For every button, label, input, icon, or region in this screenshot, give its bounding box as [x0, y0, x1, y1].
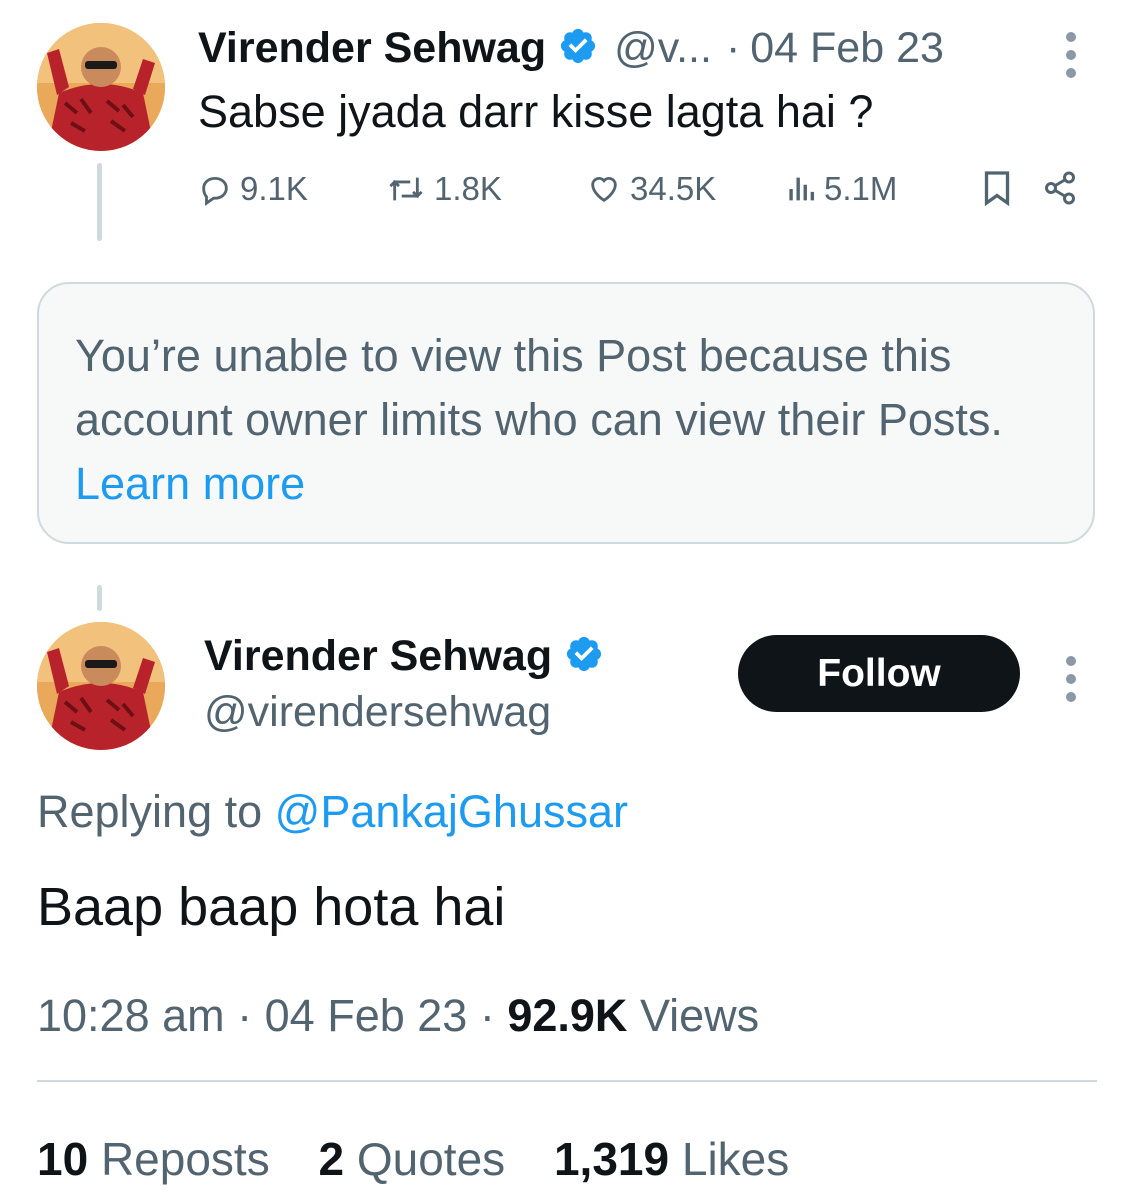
- author-handle[interactable]: @virendersehwag: [204, 688, 551, 737]
- verified-badge-icon: [558, 26, 598, 71]
- restricted-post-notice: You’re unable to view this Post because …: [37, 282, 1095, 544]
- views-count: 5.1M: [824, 170, 898, 207]
- reposts-stat[interactable]: 10 Reposts: [37, 1133, 270, 1185]
- separator: ·: [479, 990, 495, 1041]
- like-count: 34.5K: [630, 170, 717, 207]
- likes-count: 1,319: [553, 1133, 670, 1185]
- reply-action[interactable]: 9.1K: [198, 170, 308, 208]
- engagement-stats: 10 Reposts 2 Quotes 1,319 Likes: [37, 1132, 789, 1186]
- views-count: 92.9K: [507, 990, 628, 1041]
- reply-icon: [198, 172, 232, 206]
- more-options-icon[interactable]: [1066, 32, 1076, 78]
- separator: ·: [237, 990, 253, 1041]
- quotes-stat[interactable]: 2 Quotes: [318, 1133, 505, 1185]
- likes-label: Likes: [681, 1133, 790, 1185]
- post-header: Virender Sehwag @v... · 04 Feb 23: [198, 20, 944, 76]
- reply-count: 9.1K: [240, 170, 308, 207]
- divider: [37, 1080, 1097, 1082]
- follow-button[interactable]: Follow: [738, 635, 1020, 712]
- replying-to-link[interactable]: @PankajGhussar: [275, 786, 628, 837]
- reposts-count: 10: [37, 1133, 89, 1185]
- reposts-label: Reposts: [100, 1133, 270, 1185]
- post-date[interactable]: 04 Feb 23: [750, 24, 944, 73]
- bookmark-icon[interactable]: [982, 170, 1012, 206]
- author-name[interactable]: Virender Sehwag: [204, 632, 552, 681]
- views-action[interactable]: 5.1M: [786, 170, 897, 208]
- verified-badge-icon: [564, 634, 604, 679]
- more-options-icon[interactable]: [1066, 656, 1076, 702]
- thread-line: [97, 163, 102, 241]
- learn-more-link[interactable]: Learn more: [75, 458, 305, 509]
- repost-count: 1.8K: [434, 170, 502, 207]
- separator: ·: [725, 23, 741, 72]
- thread-line: [97, 585, 102, 611]
- share-icon[interactable]: [1042, 170, 1078, 206]
- author-handle[interactable]: @v...: [614, 24, 712, 73]
- repost-icon: [386, 172, 426, 206]
- author-row: Virender Sehwag: [204, 628, 604, 684]
- replying-to: Replying to @PankajGhussar: [37, 786, 628, 838]
- restricted-text: You’re unable to view this Post because …: [75, 330, 1003, 445]
- post-meta: 10:28 am · 04 Feb 23 · 92.9K Views: [37, 990, 759, 1042]
- like-icon: [586, 172, 622, 206]
- author-name[interactable]: Virender Sehwag: [198, 24, 546, 73]
- post-date[interactable]: 04 Feb 23: [265, 990, 468, 1041]
- avatar[interactable]: [37, 23, 165, 151]
- quotes-label: Quotes: [356, 1133, 506, 1185]
- like-action[interactable]: 34.5K: [586, 170, 716, 208]
- avatar[interactable]: [37, 622, 165, 750]
- quotes-count: 2: [318, 1133, 345, 1185]
- post-text: Sabse jyada darr kisse lagta hai ?: [198, 86, 874, 137]
- likes-stat[interactable]: 1,319 Likes: [554, 1133, 789, 1185]
- replying-prefix: Replying to: [37, 786, 263, 837]
- repost-action[interactable]: 1.8K: [386, 170, 502, 208]
- post-text: Baap baap hota hai: [37, 877, 506, 937]
- post-time[interactable]: 10:28 am: [37, 990, 225, 1041]
- views-label: Views: [639, 990, 760, 1041]
- views-icon: [786, 172, 816, 206]
